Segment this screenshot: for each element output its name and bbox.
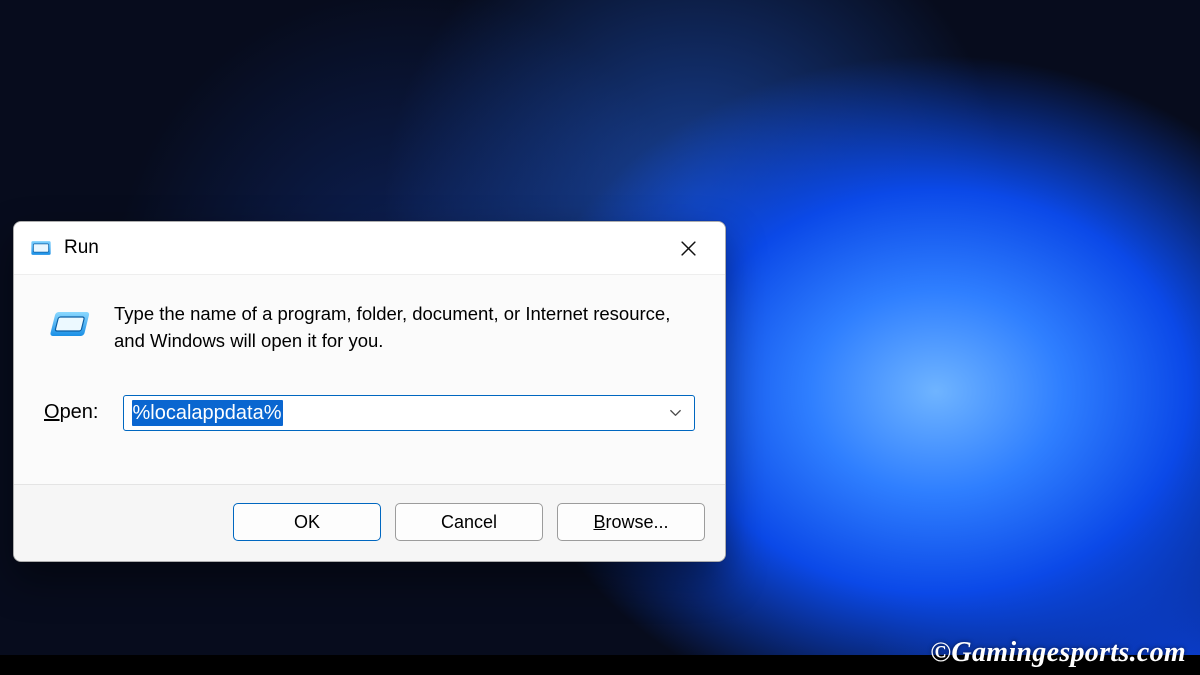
close-button[interactable]	[661, 228, 715, 268]
run-title-icon	[30, 237, 52, 259]
dialog-description: Type the name of a program, folder, docu…	[114, 301, 674, 355]
desktop-background: Run	[0, 0, 1200, 675]
dialog-button-row: OK Cancel Browse...	[14, 484, 725, 561]
ok-button[interactable]: OK	[233, 503, 381, 541]
dialog-title: Run	[64, 237, 649, 259]
browse-button[interactable]: Browse...	[557, 503, 705, 541]
open-label: Open:	[44, 401, 99, 424]
titlebar[interactable]: Run	[14, 222, 725, 275]
run-dialog: Run	[13, 221, 726, 562]
close-icon	[680, 240, 697, 257]
chevron-down-icon	[668, 405, 683, 420]
open-combobox[interactable]: %localappdata%	[123, 395, 696, 431]
open-input-value[interactable]: %localappdata%	[132, 400, 283, 426]
dialog-body: Type the name of a program, folder, docu…	[14, 275, 725, 431]
run-dialog-icon	[44, 303, 92, 351]
combobox-dropdown-button[interactable]	[660, 396, 690, 430]
watermark-text: ©Gamingesports.com	[930, 637, 1186, 669]
cancel-button[interactable]: Cancel	[395, 503, 543, 541]
